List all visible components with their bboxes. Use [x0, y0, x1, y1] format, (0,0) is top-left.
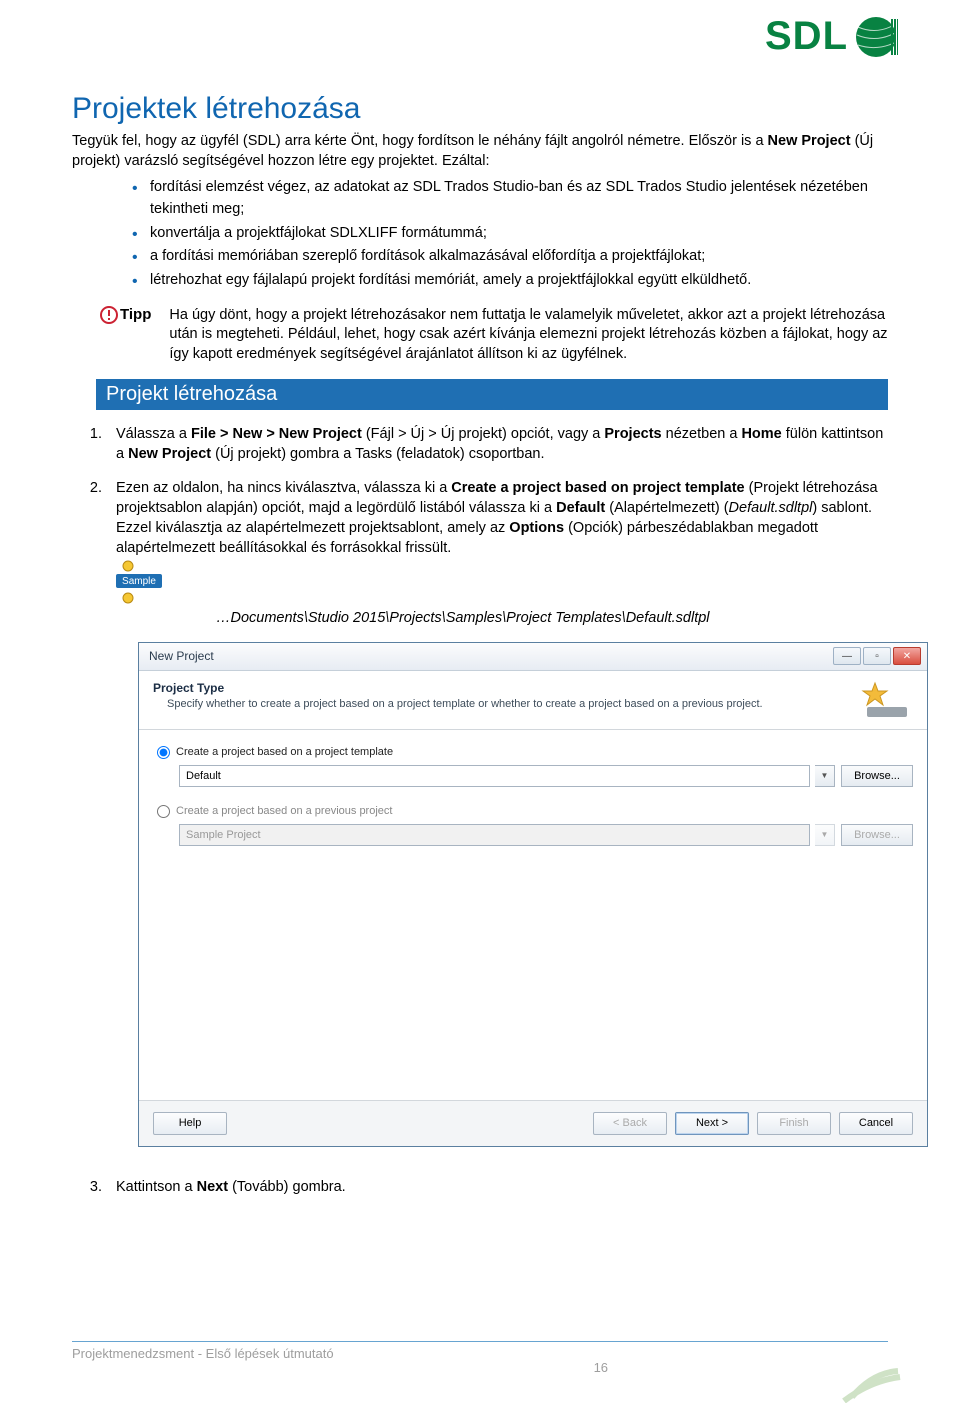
- intro-paragraph: Tegyük fel, hogy az ügyfél (SDL) arra ké…: [72, 132, 888, 171]
- svg-text:Sample: Sample: [122, 576, 156, 587]
- sample-marker-icon: Sample: [116, 560, 162, 604]
- step-1: Válassza a File > New > New Project (Fáj…: [106, 424, 888, 464]
- list-item: fordítási elemzést végez, az adatokat az…: [132, 177, 888, 221]
- corner-decoration-icon: [842, 1367, 902, 1403]
- step-3: Kattintson a Next (Tovább) gombra.: [106, 1177, 888, 1197]
- tip-label: Tipp: [100, 306, 151, 324]
- list-item: konvertálja a projektfájlokat SDLXLIFF f…: [132, 223, 888, 245]
- next-button[interactable]: Next >: [675, 1112, 749, 1135]
- back-button: < Back: [593, 1112, 667, 1135]
- dialog-title-text: New Project: [149, 649, 833, 663]
- dropdown-icon: ▼: [815, 824, 835, 846]
- browse-previous-button: Browse...: [841, 824, 913, 846]
- browse-template-button[interactable]: Browse...: [841, 765, 913, 787]
- sdl-logo: SDL: [765, 14, 898, 59]
- alert-icon: [100, 306, 118, 324]
- minimize-button[interactable]: —: [833, 647, 861, 665]
- dialog-titlebar: New Project — ▫ ✕: [139, 643, 927, 671]
- numbered-steps: Válassza a File > New > New Project (Fáj…: [106, 424, 888, 628]
- dialog-step-desc: Specify whether to create a project base…: [153, 698, 861, 710]
- finish-button: Finish: [757, 1112, 831, 1135]
- radio-template[interactable]: Create a project based on a project temp…: [157, 746, 913, 759]
- page-number: 16: [594, 1360, 608, 1375]
- list-item: a fordítási memóriában szereplő fordítás…: [132, 246, 888, 268]
- logo-text: SDL: [765, 14, 848, 59]
- logo-globe-icon: [854, 15, 898, 59]
- template-combo[interactable]: Default: [179, 765, 810, 787]
- section-header: Projekt létrehozása: [96, 379, 888, 410]
- cancel-button[interactable]: Cancel: [839, 1112, 913, 1135]
- help-button[interactable]: Help: [153, 1112, 227, 1135]
- radio-previous[interactable]: Create a project based on a previous pro…: [157, 805, 913, 818]
- maximize-button[interactable]: ▫: [863, 647, 891, 665]
- page-footer: Projektmenedzsment - Első lépések útmuta…: [72, 1341, 888, 1375]
- page-title: Projektek létrehozása: [72, 92, 888, 126]
- dialog-step-title: Project Type: [153, 681, 861, 695]
- template-path: …Documents\Studio 2015\Projects\Samples\…: [216, 608, 710, 628]
- numbered-steps-cont: Kattintson a Next (Tovább) gombra.: [106, 1177, 888, 1197]
- previous-combo: Sample Project: [179, 824, 810, 846]
- dialog-footer: Help < Back Next > Finish Cancel: [139, 1100, 927, 1146]
- list-item: létrehozhat egy fájlalapú projekt fordít…: [132, 270, 888, 292]
- radio-template-input[interactable]: [157, 746, 170, 759]
- tip-text: Ha úgy dönt, hogy a projekt létrehozásak…: [169, 306, 888, 365]
- close-button[interactable]: ✕: [893, 647, 921, 665]
- footer-text: Projektmenedzsment - Első lépések útmuta…: [72, 1346, 334, 1361]
- wizard-star-icon: [861, 681, 913, 721]
- bullet-list: fordítási elemzést végez, az adatokat az…: [132, 177, 888, 292]
- dropdown-icon[interactable]: ▼: [815, 765, 835, 787]
- dialog-body: Create a project based on a project temp…: [139, 730, 927, 1100]
- dialog-header: Project Type Specify whether to create a…: [139, 671, 927, 730]
- new-project-dialog: New Project — ▫ ✕ Project Type Specify w…: [138, 642, 928, 1147]
- step-2: Ezen az oldalon, ha nincs kiválasztva, v…: [106, 478, 888, 628]
- tip-block: Tipp Ha úgy dönt, hogy a projekt létreho…: [100, 306, 888, 365]
- radio-previous-input[interactable]: [157, 805, 170, 818]
